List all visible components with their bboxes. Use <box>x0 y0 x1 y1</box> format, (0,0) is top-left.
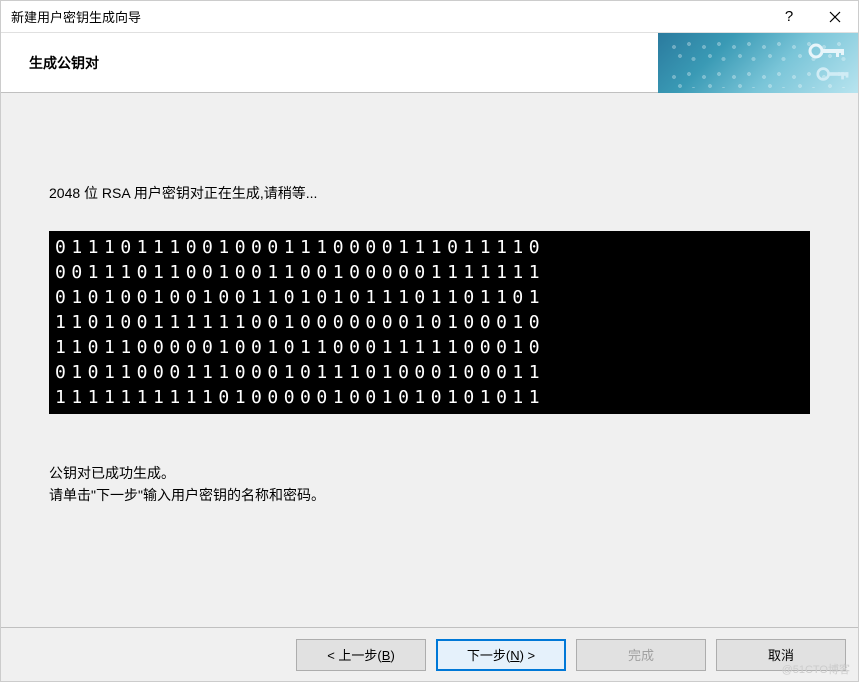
binary-display: 011101110010001110000111011110 001110110… <box>49 231 810 414</box>
header-banner: 生成公钥对 <box>1 33 858 93</box>
generating-status: 2048 位 RSA 用户密钥对正在生成,请稍等... <box>49 183 810 203</box>
cancel-button[interactable]: 取消 <box>716 639 846 671</box>
key-icon <box>816 65 852 83</box>
next-button[interactable]: 下一步(N) > <box>436 639 566 671</box>
close-icon <box>829 11 841 23</box>
instruction-message: 请单击"下一步"输入用户密钥的名称和密码。 <box>49 484 810 506</box>
close-button[interactable] <box>812 1 858 33</box>
finish-button: 完成 <box>576 639 706 671</box>
content-area: 2048 位 RSA 用户密钥对正在生成,请稍等... 011101110010… <box>1 93 858 627</box>
wizard-dialog: 新建用户密钥生成向导 ? 生成公钥对 204 <box>0 0 859 682</box>
window-title: 新建用户密钥生成向导 <box>11 7 766 26</box>
binary-line: 010110001110001011101000100011 <box>55 360 804 385</box>
key-icon <box>808 41 848 61</box>
binary-line: 111111111101000001001010101011 <box>55 385 804 410</box>
titlebar: 新建用户密钥生成向导 ? <box>1 1 858 33</box>
binary-line: 001110110010011001000001111111 <box>55 260 804 285</box>
help-button[interactable]: ? <box>766 1 812 33</box>
binary-line: 010100100100110101011101101101 <box>55 285 804 310</box>
binary-line: 110110000010010110001111100010 <box>55 335 804 360</box>
back-button[interactable]: < 上一步(B) <box>296 639 426 671</box>
binary-line: 110100111111001000000010100010 <box>55 310 804 335</box>
header-graphic <box>658 33 858 93</box>
binary-line: 011101110010001110000111011110 <box>55 235 804 260</box>
button-bar: < 上一步(B) 下一步(N) > 完成 取消 <box>1 627 858 681</box>
success-message: 公钥对已成功生成。 <box>49 462 810 484</box>
page-title: 生成公钥对 <box>1 53 99 73</box>
